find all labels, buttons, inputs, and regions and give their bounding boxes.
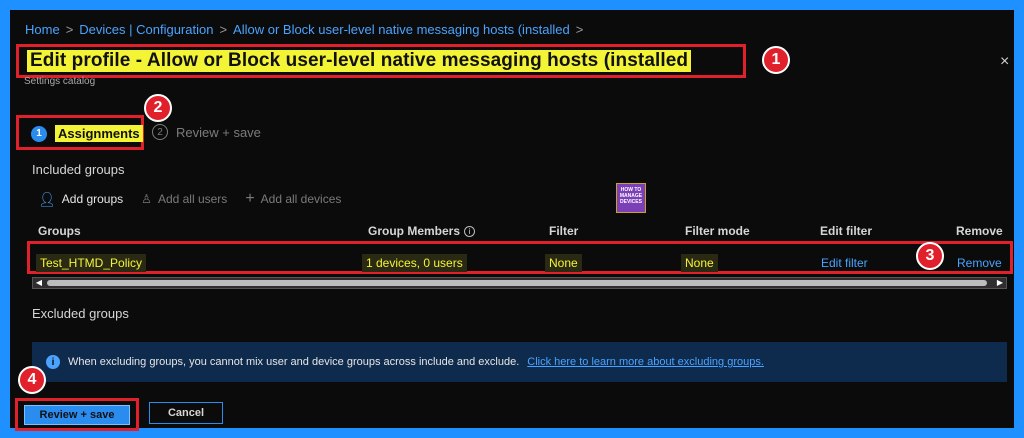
breadcrumb-separator: > (575, 22, 584, 37)
step-number-icon: 2 (152, 124, 168, 140)
column-header-edit-filter: Edit filter (820, 224, 873, 238)
scroll-right-icon[interactable]: ▶ (994, 277, 1006, 289)
review-save-button[interactable]: Review + save (24, 405, 130, 425)
close-icon[interactable]: × (1000, 53, 1009, 71)
column-header-group-members: Group Members i (368, 224, 476, 238)
add-groups-button[interactable]: 👤︎ Add groups (38, 191, 123, 208)
column-header-filter: Filter (549, 224, 579, 238)
cancel-button[interactable]: Cancel (149, 402, 223, 424)
page-title: Edit profile - Allow or Block user-level… (27, 50, 692, 72)
included-groups-heading: Included groups (32, 162, 125, 177)
add-all-devices-label: Add all devices (260, 192, 342, 206)
learn-more-link[interactable]: Click here to learn more about excluding… (527, 356, 764, 368)
step-assignments[interactable]: 1 Assignments (31, 125, 143, 142)
review-save-annotation-box: Review + save (15, 398, 139, 431)
step-review-save[interactable]: 2 Review + save (152, 124, 261, 140)
annotation-badge-3: 3 (916, 242, 944, 270)
breadcrumb-separator: > (219, 22, 228, 37)
edit-profile-panel: Home > Devices | Configuration > Allow o… (10, 10, 1014, 431)
page-subtitle: Settings catalog (24, 76, 96, 87)
step-label: Review + save (176, 124, 261, 140)
column-header-filter-mode: Filter mode (685, 224, 750, 238)
excluded-groups-heading: Excluded groups (32, 306, 129, 321)
included-groups-toolbar: 👤︎ Add groups ♙ Add all users + Add all … (38, 190, 341, 208)
step-number-icon: 1 (31, 125, 47, 142)
scroll-left-icon[interactable]: ◀ (33, 277, 45, 289)
scroll-thumb[interactable] (47, 280, 987, 286)
info-icon[interactable]: i (464, 225, 476, 237)
people-icon: ♙ (141, 192, 152, 206)
edit-filter-link[interactable]: Edit filter (821, 256, 868, 270)
title-annotation-box: Edit profile - Allow or Block user-level… (16, 44, 746, 78)
breadcrumb-devices-configuration[interactable]: Devices | Configuration (79, 22, 213, 37)
info-text: When excluding groups, you cannot mix us… (68, 356, 520, 368)
group-name-cell: Test_HTMD_Policy (36, 254, 147, 272)
group-members-cell: 1 devices, 0 users (362, 254, 467, 272)
add-all-users-label: Add all users (157, 192, 228, 206)
breadcrumb-home[interactable]: Home (25, 22, 60, 37)
breadcrumb-separator: > (65, 22, 74, 37)
annotation-badge-4: 4 (18, 366, 46, 394)
horizontal-scrollbar[interactable]: ◀ ▶ (32, 277, 1007, 289)
add-all-users-button[interactable]: ♙ Add all users (141, 192, 227, 206)
logo-text: HOW TO MANAGE DEVICES (619, 187, 643, 205)
column-header-groups: Groups (38, 224, 81, 238)
column-header-remove: Remove (956, 224, 1003, 238)
column-header-label: Group Members (368, 224, 461, 238)
htmd-logo: HOW TO MANAGE DEVICES (616, 183, 646, 213)
step-label: Assignments (55, 125, 143, 142)
breadcrumb-policy[interactable]: Allow or Block user-level native messagi… (233, 22, 570, 37)
breadcrumb: Home > Devices | Configuration > Allow o… (25, 22, 583, 37)
annotation-badge-2: 2 (144, 94, 172, 122)
annotation-badge-1: 1 (762, 46, 790, 74)
add-all-devices-button[interactable]: + Add all devices (245, 190, 341, 208)
filter-cell: None (545, 254, 582, 272)
remove-link[interactable]: Remove (957, 256, 1002, 270)
person-add-icon: 👤︎ (38, 190, 56, 207)
exclusion-info-bar: i When excluding groups, you cannot mix … (32, 342, 1007, 382)
step-assignments-annotation-box: 1 Assignments (16, 115, 144, 150)
info-icon: i (46, 355, 60, 369)
add-groups-label: Add groups (61, 192, 124, 206)
plus-icon: + (245, 190, 255, 207)
filter-mode-cell: None (681, 254, 718, 272)
